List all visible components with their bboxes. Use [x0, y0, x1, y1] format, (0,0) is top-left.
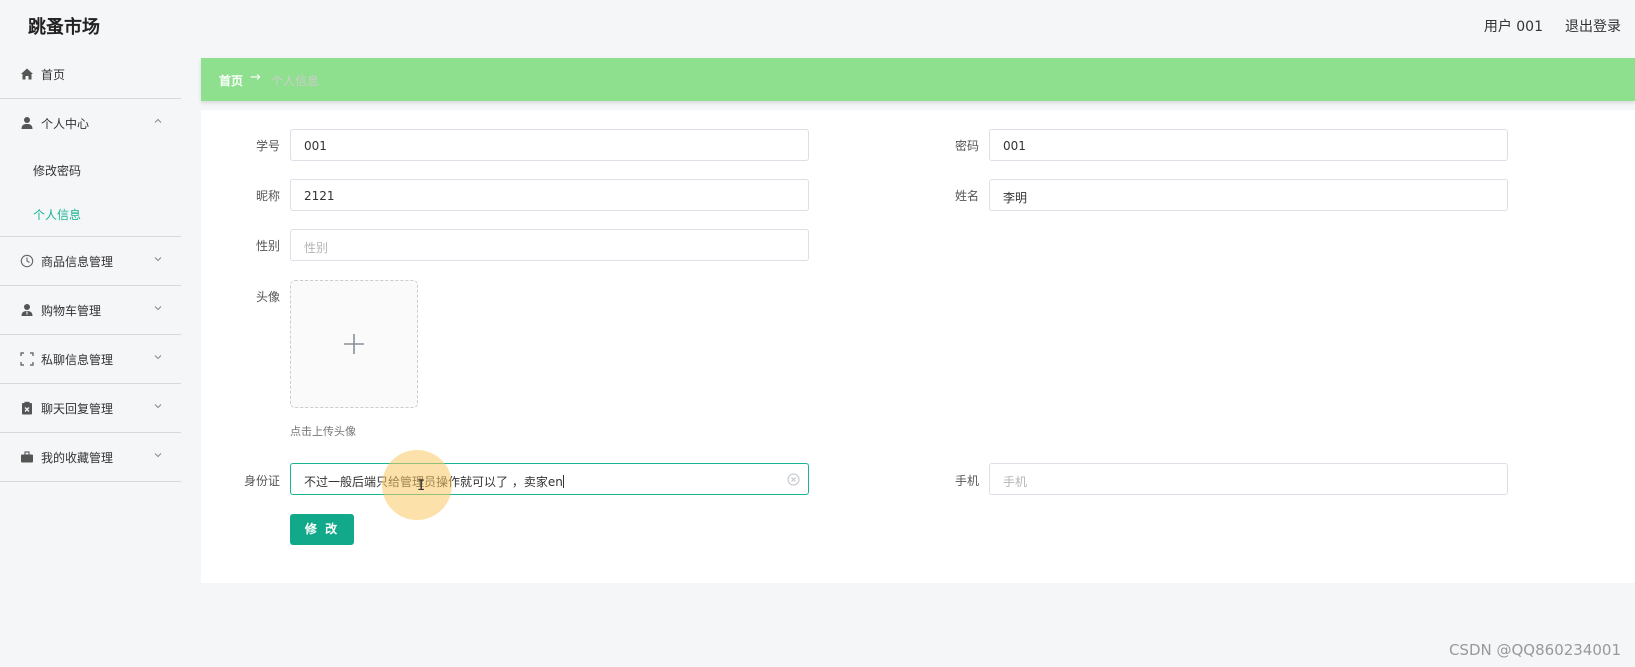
- breadcrumb-current: 个人信息: [271, 74, 320, 88]
- sidebar-item-label: 私聊信息管理: [41, 353, 114, 367]
- sidebar-item-chat-reply[interactable]: 聊天回复管理: [0, 384, 181, 433]
- clear-icon[interactable]: [787, 473, 800, 486]
- nickname-label: 昵称: [255, 189, 280, 203]
- name-label: 姓名: [954, 189, 979, 203]
- gender-field[interactable]: 性别: [290, 229, 809, 261]
- chevron-down-icon: [154, 306, 162, 311]
- logout-button[interactable]: 退出登录: [1565, 16, 1621, 36]
- sidebar-item-personal-center[interactable]: 个人中心: [0, 99, 181, 148]
- avatar-upload[interactable]: [290, 280, 418, 408]
- sidebar-item-private-chat[interactable]: 私聊信息管理: [0, 335, 181, 384]
- sidebar-item-change-password[interactable]: 修改密码: [0, 148, 181, 192]
- student-id-field[interactable]: 001: [290, 129, 809, 161]
- avatar-upload-hint: 点击上传头像: [290, 425, 356, 438]
- gender-label: 性别: [255, 239, 280, 253]
- password-label: 密码: [954, 139, 979, 153]
- sidebar-item-label: 首页: [41, 68, 66, 82]
- sidebar-item-label: 商品信息管理: [41, 255, 114, 269]
- id-card-field[interactable]: 不过一般后端只给管理员操作就可以了 ，卖家en: [290, 463, 809, 495]
- sidebar-item-personal-info[interactable]: 个人信息: [0, 192, 181, 236]
- sidebar-item-label: 购物车管理: [41, 304, 102, 318]
- text-cursor-icon: I: [417, 478, 426, 494]
- name-field[interactable]: 李明: [989, 179, 1508, 211]
- sidebar-submenu: 修改密码 个人信息: [0, 148, 181, 237]
- breadcrumb: 首页 → 个人信息: [201, 58, 1635, 101]
- breadcrumb-home-link[interactable]: 首页: [219, 72, 243, 89]
- nickname-field[interactable]: 2121: [290, 179, 809, 211]
- chevron-down-icon: [154, 257, 162, 262]
- clipboard-x-icon: [22, 401, 32, 415]
- chevron-up-icon: [154, 118, 162, 123]
- sidebar-item-label: 我的收藏管理: [41, 451, 114, 465]
- fullscreen-icon: [20, 352, 34, 366]
- phone-label: 手机: [954, 474, 979, 488]
- app-title: 跳蚤市场: [28, 17, 100, 38]
- avatar-label: 头像: [255, 290, 280, 304]
- sidebar-item-label: 聊天回复管理: [41, 402, 114, 416]
- sidebar-item-label: 个人中心: [41, 117, 90, 131]
- top-bar: 跳蚤市场 用户 001 退出登录: [0, 0, 1635, 50]
- sidebar-item-goods[interactable]: 商品信息管理: [0, 237, 181, 286]
- user-label: 用户 001: [1483, 19, 1543, 35]
- chevron-down-icon: [154, 453, 162, 458]
- sidebar: 首页 个人中心 修改密码 个人信息 商品信息管理 购物车管理 私聊信息管理 聊天…: [0, 50, 181, 667]
- student-id-label: 学号: [255, 139, 280, 153]
- plus-icon: [344, 334, 364, 354]
- phone-field[interactable]: 手机: [989, 463, 1508, 495]
- id-card-label: 身份证: [243, 474, 280, 488]
- sidebar-item-favorites[interactable]: 我的收藏管理: [0, 433, 181, 482]
- sidebar-item-cart[interactable]: 购物车管理: [0, 286, 181, 335]
- sidebar-item-label: 修改密码: [33, 164, 82, 178]
- user-tie-icon: [21, 304, 33, 316]
- modify-button[interactable]: 修 改: [290, 514, 354, 545]
- chevron-down-icon: [154, 355, 162, 360]
- sidebar-item-home[interactable]: 首页: [0, 50, 181, 99]
- suitcase-icon: [21, 451, 33, 463]
- home-icon: [21, 68, 33, 80]
- clock-icon: [20, 254, 34, 268]
- sidebar-item-label: 个人信息: [33, 208, 82, 222]
- password-field[interactable]: 001: [989, 129, 1508, 161]
- chevron-down-icon: [154, 404, 162, 409]
- breadcrumb-separator: →: [250, 70, 261, 85]
- watermark: CSDN @QQ860234001: [1448, 641, 1621, 659]
- user-icon: [21, 117, 33, 129]
- text-caret: [562, 475, 564, 488]
